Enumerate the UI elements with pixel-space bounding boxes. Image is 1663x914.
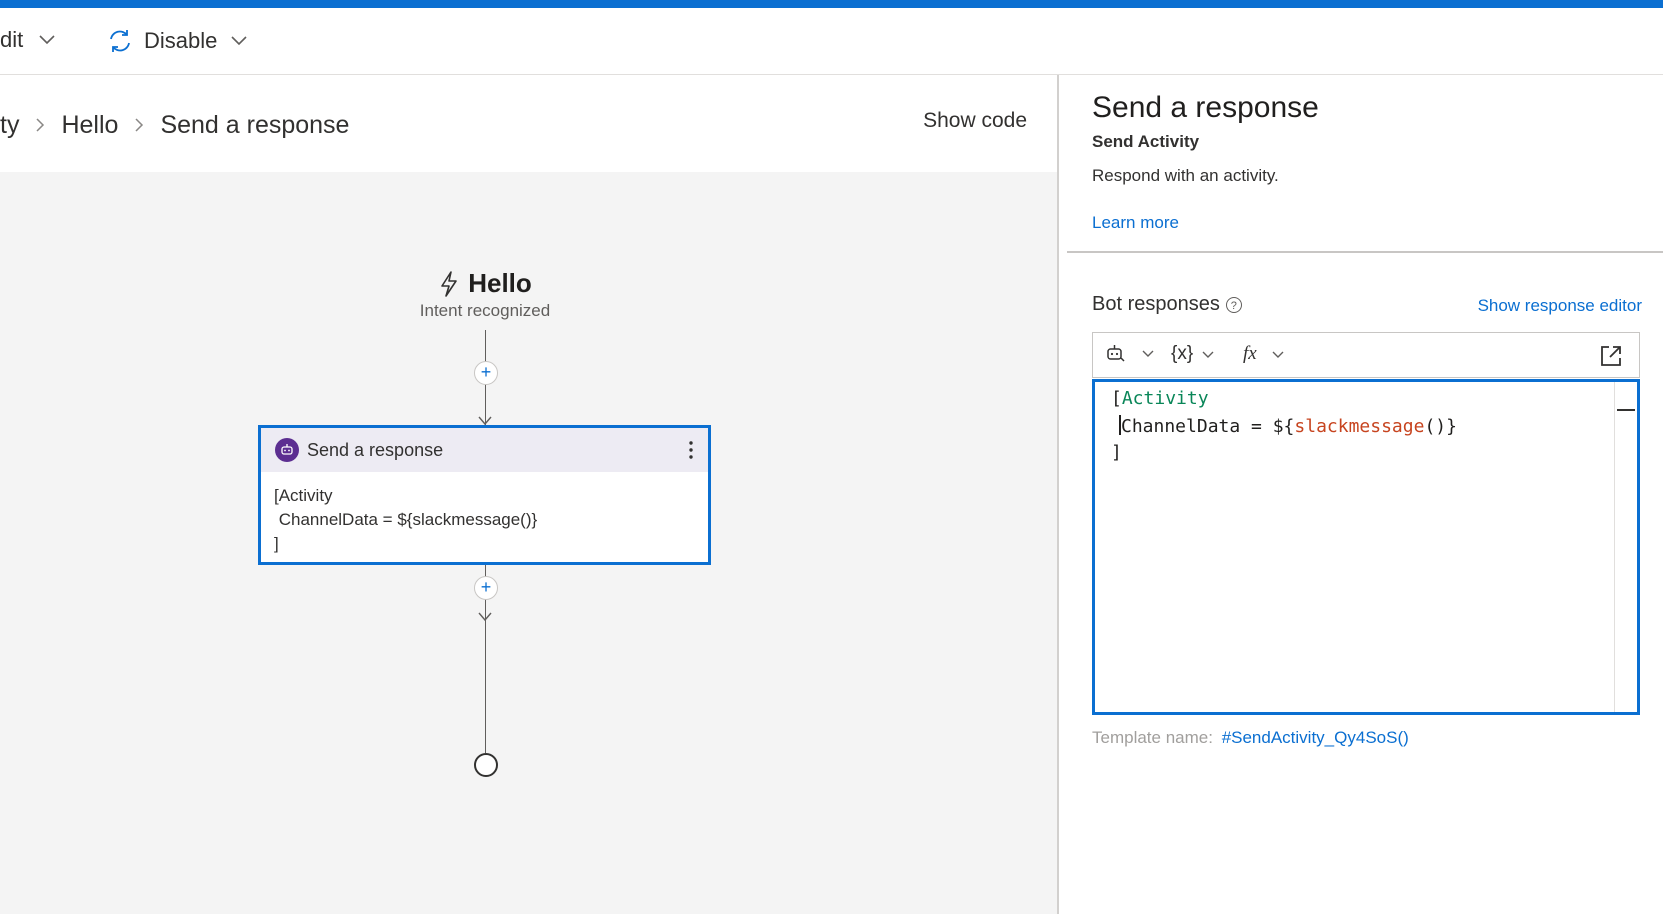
trigger-title: Hello	[468, 268, 532, 298]
send-response-node[interactable]: Send a response [Activity ChannelData = …	[258, 425, 711, 565]
insert-template-button[interactable]	[1105, 343, 1155, 363]
node-header: Send a response	[261, 428, 708, 472]
properties-panel: Send a response Send Activity Respond wi…	[1059, 75, 1663, 914]
node-title: Send a response	[307, 439, 444, 460]
chevron-down-icon	[1202, 351, 1214, 358]
trigger-node[interactable]: Hello Intent recognized	[385, 268, 585, 321]
show-code-button[interactable]: Show code	[923, 109, 1027, 133]
show-response-editor-link[interactable]: Show response editor	[1478, 296, 1642, 316]
editor-toolbar: {x} fx	[1092, 332, 1640, 378]
code-line-3: ]	[1111, 442, 1122, 463]
node-body-line: ]	[274, 534, 279, 553]
response-code-editor[interactable]: [Activity ChannelData = ${slackmessage()…	[1092, 379, 1640, 715]
end-node	[474, 753, 498, 777]
flow-canvas: Hello Intent recognized + Send a respons…	[0, 172, 1057, 914]
add-node-button[interactable]: +	[474, 361, 498, 385]
chevron-down-icon	[39, 35, 55, 45]
panel-title: Send a response	[1092, 91, 1319, 124]
help-icon[interactable]: ?	[1225, 296, 1242, 313]
breadcrumb-item-dialog[interactable]: ty	[0, 111, 19, 140]
node-body-line: [Activity	[274, 486, 333, 505]
chevron-right-icon	[35, 111, 45, 140]
breadcrumb-item-hello[interactable]: Hello	[61, 111, 118, 140]
chevron-right-icon	[134, 111, 144, 140]
edit-menu-label: dit	[0, 27, 24, 52]
functions-label: fx	[1243, 343, 1257, 364]
arrow-down-icon	[478, 612, 492, 622]
scroll-position-marker	[1617, 409, 1635, 411]
pop-out-icon[interactable]	[1599, 344, 1623, 368]
template-name-link[interactable]: #SendActivity_Qy4SoS()	[1222, 728, 1409, 747]
breadcrumb-item-current: Send a response	[160, 111, 350, 139]
breadcrumb: ty Hello Send a response	[0, 111, 349, 140]
variables-label: {x}	[1171, 343, 1194, 364]
add-node-button[interactable]: +	[474, 576, 498, 600]
node-body-line: ChannelData = ${slackmessage()}	[274, 510, 538, 529]
lightning-icon	[441, 270, 458, 297]
trigger-subtitle: Intent recognized	[419, 301, 551, 320]
disable-menu-label: Disable	[144, 28, 218, 53]
panel-divider	[1067, 251, 1663, 253]
bot-icon	[275, 438, 299, 462]
template-name: Template name: #SendActivity_Qy4SoS()	[1092, 728, 1409, 748]
node-body: [Activity ChannelData = ${slackmessage()…	[261, 472, 708, 556]
more-options-icon[interactable]	[688, 438, 694, 462]
bot-icon	[1107, 345, 1125, 362]
edit-menu-button[interactable]: dit	[0, 27, 57, 53]
code-line-2: ChannelData = ${slackmessage()}	[1119, 415, 1457, 437]
insert-function-button[interactable]: fx	[1243, 343, 1285, 365]
chevron-down-icon	[231, 36, 247, 46]
bot-responses-text: Bot responses	[1092, 293, 1220, 315]
template-name-label: Template name:	[1092, 728, 1213, 747]
bot-responses-label: Bot responses ?	[1092, 293, 1242, 316]
editor-scrollbar[interactable]	[1614, 382, 1637, 712]
insert-variable-button[interactable]: {x}	[1171, 343, 1215, 365]
chevron-down-icon	[1142, 350, 1154, 357]
authoring-canvas-pane: ty Hello Send a response Show code Hello…	[0, 75, 1057, 914]
disable-menu-button[interactable]: Disable	[106, 27, 249, 55]
command-bar: dit Disable	[0, 8, 1663, 75]
learn-more-link[interactable]: Learn more	[1092, 213, 1179, 233]
code-line-1: [Activity	[1111, 388, 1209, 409]
panel-description: Respond with an activity.	[1092, 166, 1279, 185]
chevron-down-icon	[1272, 351, 1284, 358]
panel-subtitle: Send Activity	[1092, 132, 1200, 151]
refresh-icon	[110, 30, 130, 52]
top-accent-bar	[0, 0, 1663, 8]
